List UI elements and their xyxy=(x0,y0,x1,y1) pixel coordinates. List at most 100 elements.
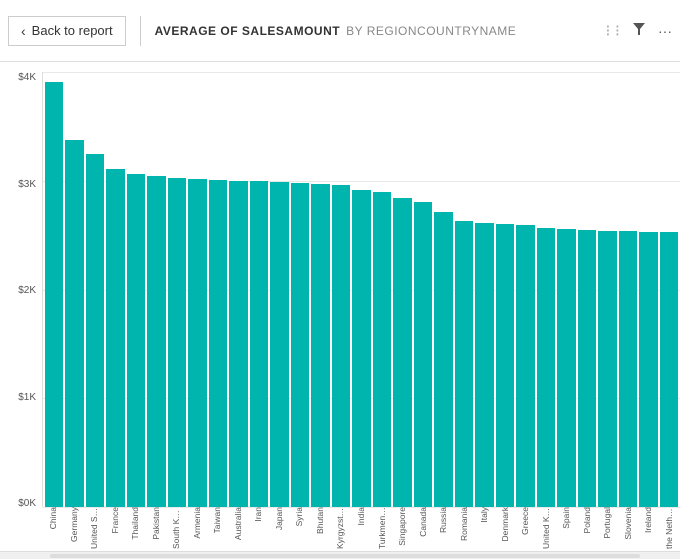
bar-col[interactable] xyxy=(291,72,309,507)
bar[interactable] xyxy=(537,228,555,507)
bar-col[interactable] xyxy=(434,72,452,507)
bar[interactable] xyxy=(127,174,145,508)
bar-col[interactable] xyxy=(619,72,637,507)
bar-col[interactable] xyxy=(639,72,657,507)
bar[interactable] xyxy=(209,180,227,507)
bar-col[interactable] xyxy=(229,72,247,507)
bar-col[interactable] xyxy=(86,72,104,507)
x-axis-label: United Kingdom xyxy=(541,507,551,549)
chevron-left-icon: ‹ xyxy=(21,23,26,39)
toolbar-left: ‹ Back to report AVERAGE OF SALESAMOUNT … xyxy=(8,16,516,46)
bar[interactable] xyxy=(639,232,657,508)
x-label-col: Romania xyxy=(454,507,473,541)
bar[interactable] xyxy=(414,202,432,507)
x-label-col: Japan xyxy=(270,507,289,530)
bar-col[interactable] xyxy=(352,72,370,507)
bar[interactable] xyxy=(250,181,268,507)
bar-col[interactable] xyxy=(250,72,268,507)
x-label-col: Slovenia xyxy=(618,507,637,540)
bar-col[interactable] xyxy=(393,72,411,507)
bar[interactable] xyxy=(434,212,452,507)
bar[interactable] xyxy=(106,169,124,507)
bar[interactable] xyxy=(311,184,329,507)
bar-col[interactable] xyxy=(270,72,288,507)
bar-col[interactable] xyxy=(332,72,350,507)
x-axis-label: Italy xyxy=(479,507,489,523)
bar-col[interactable] xyxy=(65,72,83,507)
bar-col[interactable] xyxy=(578,72,596,507)
bar-col[interactable] xyxy=(209,72,227,507)
bar[interactable] xyxy=(188,179,206,507)
x-label-col: Russia xyxy=(434,507,453,533)
bar[interactable] xyxy=(45,82,63,507)
x-label-col: Taiwan xyxy=(208,507,227,533)
x-axis-label: Greece xyxy=(520,507,530,535)
bar[interactable] xyxy=(578,230,596,507)
bar[interactable] xyxy=(475,223,493,507)
bar-col[interactable] xyxy=(168,72,186,507)
bar-col[interactable] xyxy=(188,72,206,507)
x-label-col: Australia xyxy=(229,507,248,540)
x-label-col: Italy xyxy=(475,507,494,523)
x-axis-label: Armenia xyxy=(192,507,202,539)
bar[interactable] xyxy=(660,232,678,507)
x-axis-label: Syria xyxy=(294,507,304,526)
scrollbar-track[interactable] xyxy=(50,554,640,558)
bar-col[interactable] xyxy=(496,72,514,507)
bar[interactable] xyxy=(516,225,534,507)
x-axis-label: Bhutan xyxy=(315,507,325,534)
x-label-col: Germany xyxy=(65,507,84,542)
x-axis: ChinaGermanyUnited StatesFranceThailandP… xyxy=(42,507,680,551)
x-axis-label: Pakistan xyxy=(151,507,161,540)
bar[interactable] xyxy=(332,185,350,507)
bar-col[interactable] xyxy=(106,72,124,507)
y-axis-label: $3K xyxy=(18,179,36,190)
bar-col[interactable] xyxy=(147,72,165,507)
x-label-col: South Korea xyxy=(167,507,186,549)
bar[interactable] xyxy=(168,178,186,507)
bar-col[interactable] xyxy=(45,72,63,507)
bar-col[interactable] xyxy=(516,72,534,507)
bar-col[interactable] xyxy=(127,72,145,507)
x-axis-label: Romania xyxy=(459,507,469,541)
bar-col[interactable] xyxy=(475,72,493,507)
y-axis-label: $4K xyxy=(18,72,36,83)
x-axis-label: Turkmenistan xyxy=(377,507,387,549)
back-to-report-button[interactable]: ‹ Back to report xyxy=(8,16,126,46)
bar-col[interactable] xyxy=(537,72,555,507)
bar[interactable] xyxy=(270,182,288,507)
bar-col[interactable] xyxy=(373,72,391,507)
bar-col[interactable] xyxy=(598,72,616,507)
bar-col[interactable] xyxy=(414,72,432,507)
bar[interactable] xyxy=(557,229,575,507)
bar[interactable] xyxy=(86,154,104,507)
bar[interactable] xyxy=(352,190,370,507)
bar-col[interactable] xyxy=(311,72,329,507)
bar[interactable] xyxy=(373,192,391,507)
bar[interactable] xyxy=(229,181,247,507)
toolbar-right: ⁝ ⁝ ··· xyxy=(605,21,672,41)
x-axis-label: the Netherlands xyxy=(664,507,674,549)
drag-handle-icon[interactable]: ⁝ ⁝ xyxy=(605,21,620,41)
x-axis-label: Thailand xyxy=(130,507,140,540)
bar[interactable] xyxy=(619,231,637,507)
bar[interactable] xyxy=(393,198,411,507)
bar[interactable] xyxy=(291,183,309,507)
x-label-col: Ireland xyxy=(639,507,658,533)
bar[interactable] xyxy=(65,140,83,507)
bar[interactable] xyxy=(496,224,514,507)
x-label-col: Kyrgyzstan xyxy=(331,507,350,549)
bar[interactable] xyxy=(598,231,616,507)
bar[interactable] xyxy=(455,221,473,507)
x-axis-label: Portugal xyxy=(602,507,612,539)
x-axis-label: Ireland xyxy=(643,507,653,533)
bar-col[interactable] xyxy=(455,72,473,507)
bar-col[interactable] xyxy=(660,72,678,507)
bar-col[interactable] xyxy=(557,72,575,507)
x-label-col: India xyxy=(352,507,371,525)
bar[interactable] xyxy=(147,176,165,507)
x-label-col: China xyxy=(44,507,63,529)
more-options-icon[interactable]: ··· xyxy=(658,23,672,39)
filter-icon[interactable] xyxy=(632,22,646,39)
scrollbar-area[interactable] xyxy=(0,551,680,559)
